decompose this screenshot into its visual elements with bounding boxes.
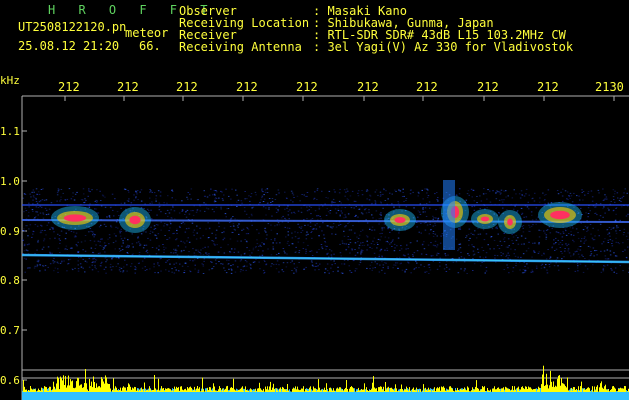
meteor-echo-core [129, 215, 141, 225]
time-tick: 212 [537, 80, 559, 94]
spectrogram [21, 95, 629, 400]
carrier-band-mid [21, 219, 629, 223]
axis-unit: kHz [0, 74, 20, 87]
time-tick: 212 [416, 80, 438, 94]
meteor-echo-core [63, 214, 87, 222]
freq-tick: 1.1 [0, 125, 20, 138]
meteor-echo-core [480, 216, 490, 222]
count: 66. [139, 39, 161, 53]
freq-tick: 0.7 [0, 324, 20, 337]
file-name: UT2508122120.pn [18, 20, 127, 34]
time-tick: 212 [236, 80, 258, 94]
mode-label: meteor [125, 26, 169, 40]
meteor-echo-core [550, 210, 570, 220]
time-tick: 212 [477, 80, 499, 94]
meteor-echo-core [507, 218, 513, 226]
antenna-label: Receiving Antenna [179, 40, 302, 54]
time-tick: 2130 [595, 80, 624, 94]
datetime: 25.08.12 21:20 [18, 39, 120, 53]
meteor-head-trail [443, 180, 455, 250]
time-tick: 212 [296, 80, 318, 94]
time-tick: 212 [176, 80, 198, 94]
freq-tick: 0.8 [0, 274, 20, 287]
time-tick: 212 [58, 80, 80, 94]
time-tick: 212 [117, 80, 139, 94]
level-histogram [22, 365, 629, 400]
meteor-echo-core [394, 217, 406, 223]
freq-tick: 0.6 [0, 374, 20, 387]
freq-tick: 1.0 [0, 175, 20, 188]
time-tick: 212 [357, 80, 379, 94]
antenna-value: : 3el Yagi(V) Az 330 for Vladivostok [313, 40, 574, 54]
freq-tick: 0.9 [0, 225, 20, 238]
